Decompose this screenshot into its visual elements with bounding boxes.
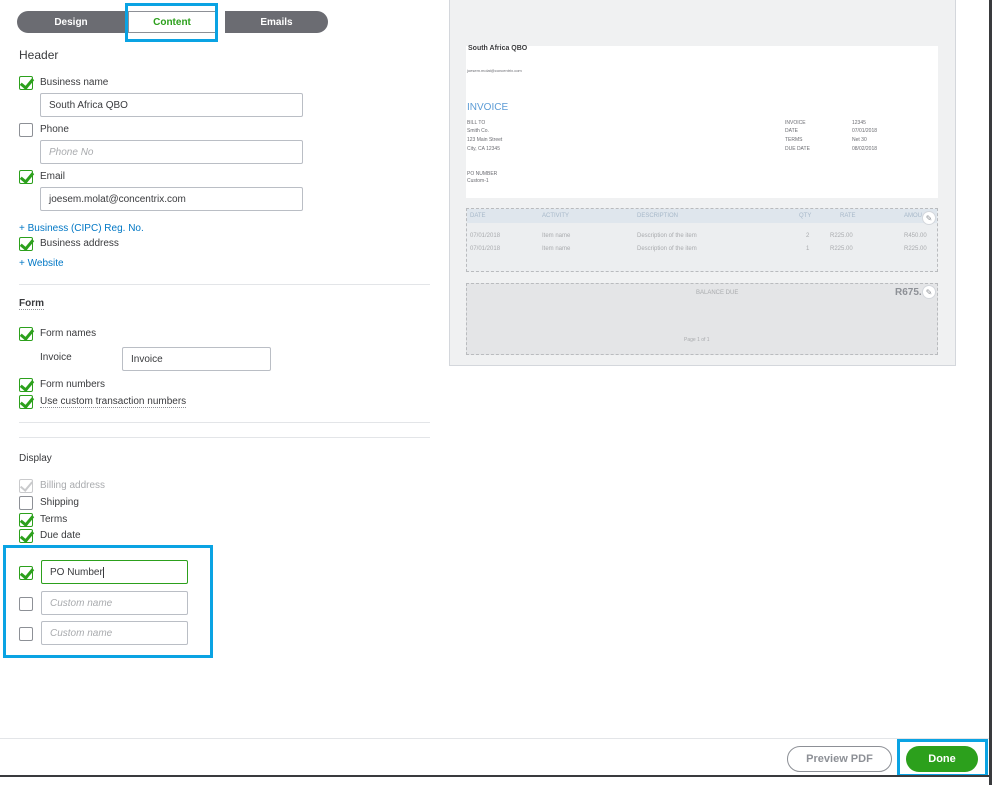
preview-cell: 2 bbox=[806, 233, 810, 239]
due-date-label: Due date bbox=[40, 530, 81, 541]
preview-page-label: Page 1 of 1 bbox=[684, 337, 710, 343]
preview-meta-label: INVOICE bbox=[785, 120, 806, 126]
preview-col-header: AMOU bbox=[904, 213, 922, 219]
custom-fields-highlight bbox=[3, 545, 213, 658]
preview-col-header: DESCRIPTION bbox=[637, 213, 679, 219]
preview-meta-value: 07/01/2018 bbox=[852, 128, 878, 134]
billing-address-checkbox bbox=[19, 479, 33, 493]
preview-meta-value: 12345 bbox=[852, 120, 866, 126]
form-numbers-label: Form numbers bbox=[40, 379, 106, 390]
preview-cell: R225.00 bbox=[904, 246, 927, 252]
preview-po-label: PO NUMBER bbox=[467, 171, 498, 177]
preview-cell: Description of the item bbox=[637, 246, 697, 252]
phone-input[interactable]: Phone No bbox=[40, 140, 303, 164]
business-address-checkbox[interactable] bbox=[19, 237, 33, 251]
preview-cell: R450.00 bbox=[904, 233, 927, 239]
form-section-title: Form bbox=[19, 298, 44, 310]
divider bbox=[19, 284, 430, 285]
terms-label: Terms bbox=[40, 514, 68, 525]
header-section-title: Header bbox=[19, 48, 59, 62]
preview-bill-to-line: City, CA 12345 bbox=[467, 146, 500, 152]
phone-checkbox[interactable] bbox=[19, 123, 33, 137]
email-input[interactable]: joesem.molat@concentrix.com bbox=[40, 187, 303, 211]
tab-emails[interactable]: Emails bbox=[225, 11, 328, 33]
preview-col-header: RATE bbox=[840, 213, 856, 219]
preview-balance-due-label: BALANCE DUE bbox=[696, 290, 739, 296]
preview-meta-label: DATE bbox=[785, 128, 798, 134]
preview-col-header: ACTIVITY bbox=[542, 213, 570, 219]
preview-po-value: Custom-1 bbox=[467, 178, 489, 184]
shipping-label: Shipping bbox=[40, 497, 79, 508]
phone-label: Phone bbox=[40, 124, 69, 135]
invoice-name-input[interactable]: Invoice bbox=[122, 347, 271, 371]
preview-col-header: QTY bbox=[799, 213, 812, 219]
content-tab-highlight bbox=[125, 3, 218, 42]
business-name-checkbox[interactable] bbox=[19, 76, 33, 90]
business-address-label: Business address bbox=[40, 238, 119, 249]
preview-cell: Description of the item bbox=[637, 233, 697, 239]
due-date-checkbox[interactable] bbox=[19, 529, 33, 543]
email-label: Email bbox=[40, 171, 66, 182]
billing-address-label: Billing address bbox=[40, 480, 106, 491]
preview-bill-to-line: 123 Main Street bbox=[467, 137, 503, 143]
preview-cell: 1 bbox=[806, 246, 810, 252]
preview-pdf-button[interactable]: Preview PDF bbox=[787, 746, 892, 772]
add-website-link[interactable]: + Website bbox=[19, 258, 64, 269]
window-border bbox=[989, 0, 992, 785]
preview-cell: R225.00 bbox=[830, 233, 853, 239]
done-button-highlight bbox=[897, 739, 988, 777]
divider bbox=[19, 437, 430, 438]
custom-numbers-checkbox[interactable] bbox=[19, 395, 33, 409]
preview-cell: Item name bbox=[542, 246, 571, 252]
business-name-input[interactable]: South Africa QBO bbox=[40, 93, 303, 117]
preview-balance-due-value: R675. bbox=[895, 287, 922, 298]
email-checkbox[interactable] bbox=[19, 170, 33, 184]
preview-cell: 07/01/2018 bbox=[470, 233, 501, 239]
preview-meta-value: 08/02/2018 bbox=[852, 146, 878, 152]
preview-company: South Africa QBO bbox=[468, 45, 528, 52]
footer-divider bbox=[0, 738, 990, 739]
preview-bill-to-line: Smith Co. bbox=[467, 128, 489, 134]
shipping-checkbox[interactable] bbox=[19, 496, 33, 510]
preview-email: joesem.molat@concentrix.com bbox=[467, 68, 522, 73]
divider bbox=[19, 422, 430, 423]
window-border bbox=[0, 775, 992, 777]
tab-design[interactable]: Design bbox=[17, 11, 125, 33]
pencil-icon[interactable]: ✎ bbox=[922, 285, 936, 299]
preview-meta-value: Net 30 bbox=[852, 137, 867, 143]
display-section-title: Display bbox=[19, 453, 52, 464]
preview-meta-label: TERMS bbox=[785, 137, 803, 143]
invoice-paper bbox=[466, 46, 938, 198]
business-name-label: Business name bbox=[40, 77, 109, 88]
preview-cell: R225.00 bbox=[830, 246, 853, 252]
preview-bill-to-label: BILL TO bbox=[467, 120, 486, 126]
preview-invoice-title: INVOICE bbox=[467, 102, 509, 113]
terms-checkbox[interactable] bbox=[19, 513, 33, 527]
form-names-checkbox[interactable] bbox=[19, 327, 33, 341]
form-names-label: Form names bbox=[40, 328, 97, 339]
preview-table-header bbox=[467, 209, 937, 223]
form-numbers-checkbox[interactable] bbox=[19, 378, 33, 392]
preview-col-header: DATE bbox=[470, 213, 486, 219]
add-reg-no-link[interactable]: + Business (CIPC) Reg. No. bbox=[19, 223, 144, 234]
preview-cell: Item name bbox=[542, 233, 571, 239]
preview-cell: 07/01/2018 bbox=[470, 246, 501, 252]
pencil-icon[interactable]: ✎ bbox=[922, 211, 936, 225]
preview-meta-label: DUE DATE bbox=[785, 146, 810, 152]
custom-numbers-label: Use custom transaction numbers bbox=[40, 396, 187, 408]
invoice-label: Invoice bbox=[40, 352, 72, 363]
